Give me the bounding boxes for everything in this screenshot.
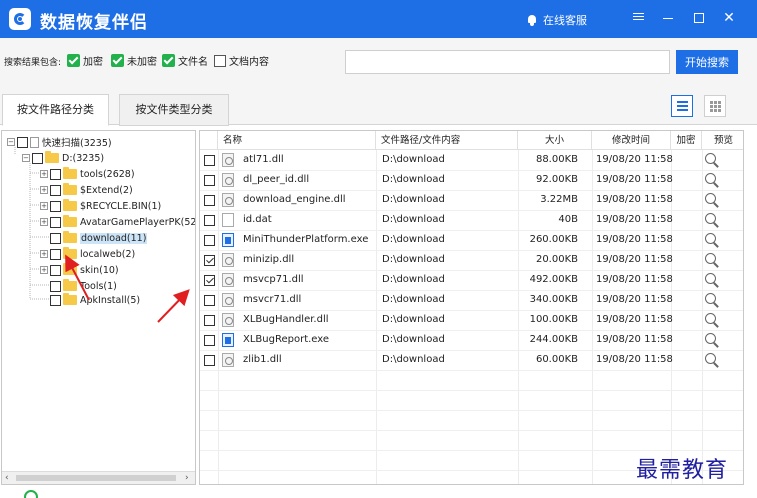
status-circle-icon bbox=[24, 490, 38, 498]
watermark-text: 最需教育 bbox=[636, 458, 729, 483]
annotation-arrows bbox=[65, 254, 190, 323]
arrow-to-download-folder bbox=[65, 254, 90, 301]
status-strip bbox=[0, 487, 757, 498]
arrow-to-file-list bbox=[157, 289, 190, 323]
